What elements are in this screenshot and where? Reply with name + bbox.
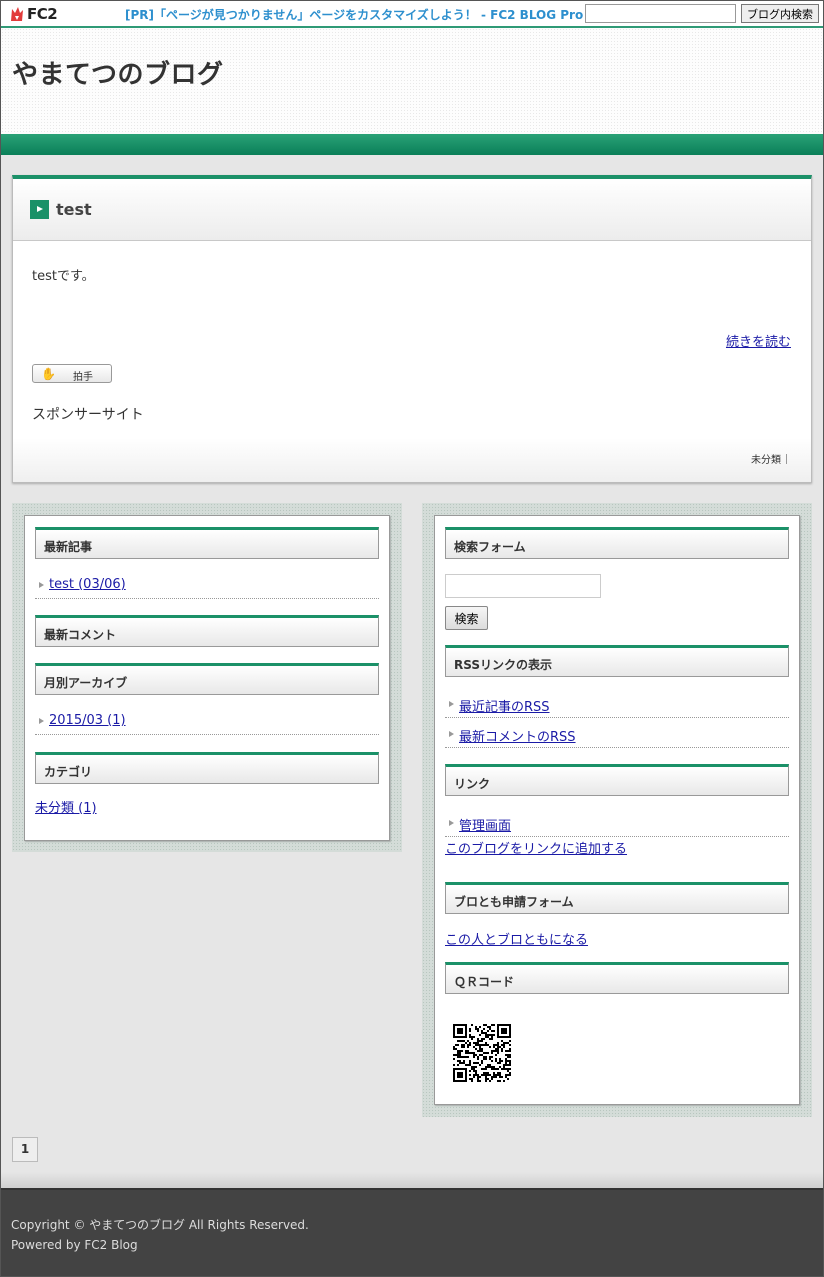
header-band	[1, 134, 823, 155]
bromo-heading: ブロとも申請フォーム	[445, 882, 789, 914]
clap-hands-icon: ✋	[41, 367, 56, 381]
entry-title[interactable]: test	[56, 200, 92, 219]
category-link[interactable]: 未分類 (1)	[35, 797, 97, 816]
monthly-archive-heading: 月別アーカイブ	[35, 663, 379, 695]
rss-heading: RSSリンクの表示	[445, 645, 789, 677]
blog-entry: test testです。 続きを読む ✋ 拍手 スポンサーサイト 未分類	[12, 175, 812, 483]
right-sidebar: 検索フォーム 検索 RSSリンクの表示 最近記事のRSS 最新コメントのRSS …	[422, 503, 812, 1117]
fc2-logo-text: FC2	[27, 5, 58, 23]
qr-code-image	[453, 1024, 511, 1082]
bromo-request-link[interactable]: この人とブロともになる	[445, 929, 588, 948]
archive-item[interactable]: 2015/03 (1)	[35, 705, 379, 735]
left-sidebar-panel: 最新記事 test (03/06) 最新コメント 月別アーカイブ 2015/03…	[24, 515, 390, 841]
links-heading: リンク	[445, 764, 789, 796]
fc2-topbar: FC2 [PR]「ページが見つかりません」ページをカスタマイズしよう！ - FC…	[0, 0, 824, 28]
entry-footer: 未分類	[13, 438, 811, 482]
qr-heading: ＱＲコード	[445, 962, 789, 994]
play-icon	[30, 200, 49, 219]
footer-shade	[0, 1172, 824, 1188]
rss-comments-link[interactable]: 最新コメントのRSS	[445, 718, 789, 748]
sidebar-search-input[interactable]	[445, 574, 601, 598]
read-more-link[interactable]: 続きを読む	[726, 331, 791, 350]
clap-button[interactable]: ✋ 拍手	[32, 364, 112, 383]
entry-header: test	[13, 179, 811, 241]
recent-comments-heading: 最新コメント	[35, 615, 379, 647]
fc2-fox-icon	[11, 7, 23, 21]
add-to-links-link[interactable]: このブログをリンクに追加する	[445, 838, 627, 857]
blog-search-input[interactable]	[585, 4, 736, 23]
clap-label: 拍手	[73, 372, 93, 383]
recent-entries-heading: 最新記事	[35, 527, 379, 559]
categories-heading: カテゴリ	[35, 752, 379, 784]
footer: Copyright © やまてつのブログ All Rights Reserved…	[0, 1188, 824, 1277]
rss-entries-link[interactable]: 最近記事のRSS	[445, 688, 789, 718]
entry-category[interactable]: 未分類	[751, 451, 787, 466]
left-sidebar: 最新記事 test (03/06) 最新コメント 月別アーカイブ 2015/03…	[12, 503, 402, 852]
sponsor-text: スポンサーサイト	[32, 407, 144, 423]
blog-header: やまてつのブログ	[1, 28, 823, 134]
copyright-text: Copyright © やまてつのブログ All Rights Reserved…	[11, 1218, 309, 1232]
powered-by-text: Powered by FC2 Blog	[11, 1238, 138, 1252]
entry-body: testです。	[32, 269, 95, 284]
recent-entry-item[interactable]: test (03/06)	[35, 569, 379, 599]
fc2-logo[interactable]: FC2	[9, 5, 58, 23]
sidebar-search-button[interactable]: 検索	[445, 606, 488, 630]
pager-current-page[interactable]: 1	[12, 1137, 38, 1162]
blog-title[interactable]: やまてつのブログ	[12, 54, 223, 91]
right-sidebar-panel: 検索フォーム 検索 RSSリンクの表示 最近記事のRSS 最新コメントのRSS …	[434, 515, 800, 1105]
blog-search-button[interactable]: ブログ内検索	[741, 4, 819, 23]
search-form-heading: 検索フォーム	[445, 527, 789, 559]
pr-link[interactable]: [PR]「ページが見つかりません」ページをカスタマイズしよう！ - FC2 BL…	[125, 6, 583, 23]
admin-link[interactable]: 管理画面	[445, 807, 789, 837]
